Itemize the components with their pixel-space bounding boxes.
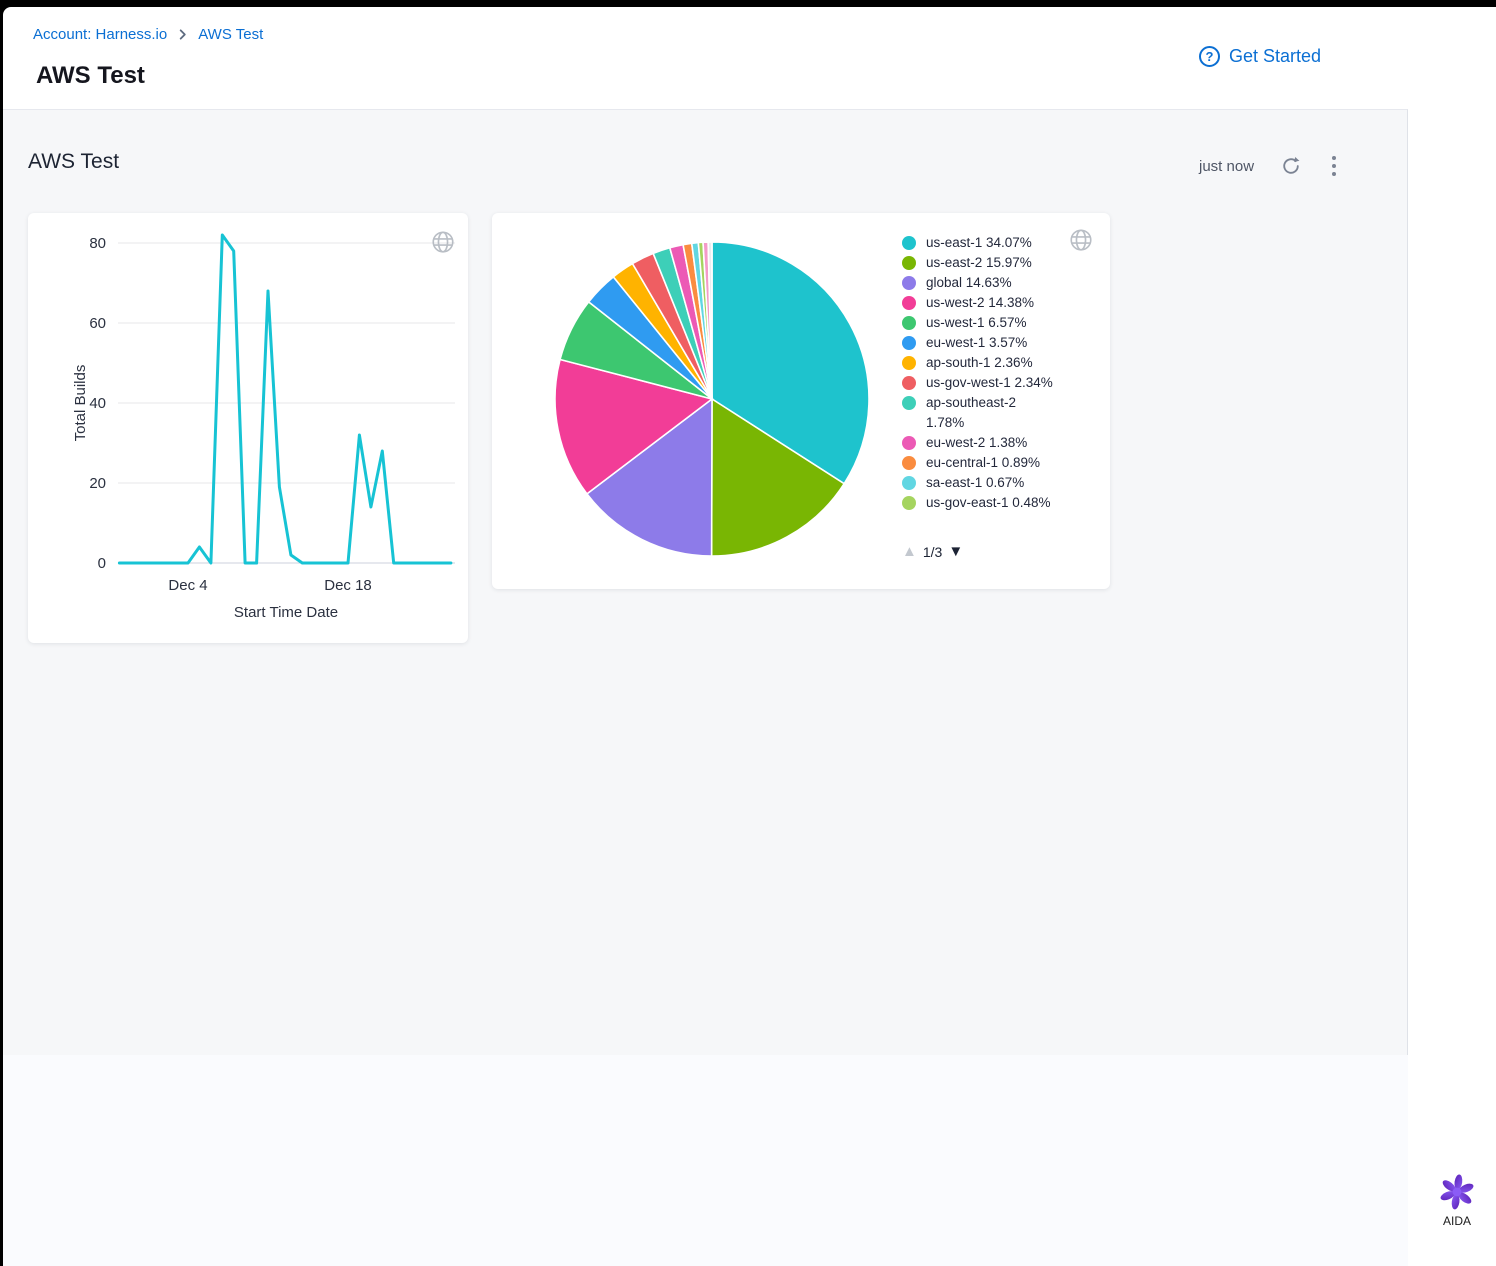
- legend-item-us-east-2[interactable]: us-east-2 15.97%: [902, 253, 1087, 273]
- aida-assistant-button[interactable]: AIDA: [1433, 1172, 1481, 1228]
- svg-text:Dec 18: Dec 18: [324, 577, 372, 594]
- help-icon: ?: [1199, 46, 1220, 67]
- legend-label: us-east-1 34.07%: [926, 233, 1058, 253]
- legend-swatch: [902, 296, 916, 310]
- legend-swatch: [902, 316, 916, 330]
- regions-pie-tile: us-east-1 34.07%us-east-2 15.97%global 1…: [492, 213, 1110, 589]
- legend-swatch: [902, 436, 916, 450]
- legend-page-down-icon[interactable]: ▼: [948, 543, 963, 560]
- dashboard-title: AWS Test: [28, 150, 119, 174]
- legend-item-global[interactable]: global 14.63%: [902, 273, 1087, 293]
- app-top-edge: [0, 0, 1496, 7]
- legend-label: sa-east-1 0.67%: [926, 473, 1058, 493]
- last-refreshed-text: just now: [1199, 158, 1254, 175]
- legend-item-us-west-2[interactable]: us-west-2 14.38%: [902, 293, 1087, 313]
- get-started-label: Get Started: [1229, 46, 1321, 67]
- legend-item-ap-southeast-2[interactable]: ap-southeast-2 1.78%: [902, 393, 1087, 433]
- legend-swatch: [902, 336, 916, 350]
- aida-flower-icon: [1438, 1172, 1476, 1210]
- legend-label: us-west-2 14.38%: [926, 293, 1058, 313]
- legend-item-ap-south-1[interactable]: ap-south-1 2.36%: [902, 353, 1087, 373]
- legend-swatch: [902, 356, 916, 370]
- svg-text:80: 80: [89, 235, 106, 252]
- legend-page-indicator: 1/3: [923, 544, 942, 560]
- legend-label: eu-central-1 0.89%: [926, 453, 1058, 473]
- refresh-icon: [1280, 155, 1302, 177]
- legend-label: eu-west-1 3.57%: [926, 333, 1058, 353]
- legend-label: ap-southeast-2 1.78%: [926, 393, 1058, 433]
- legend-label: global 14.63%: [926, 273, 1058, 293]
- breadcrumb-account-link[interactable]: Account: Harness.io: [33, 26, 167, 43]
- legend-swatch: [902, 376, 916, 390]
- svg-text:Dec 4: Dec 4: [168, 577, 207, 594]
- legend-item-eu-central-1[interactable]: eu-central-1 0.89%: [902, 453, 1087, 473]
- legend-item-eu-west-1[interactable]: eu-west-1 3.57%: [902, 333, 1087, 353]
- legend-item-us-gov-west-1[interactable]: us-gov-west-1 2.34%: [902, 373, 1087, 393]
- legend-page-up-icon[interactable]: ▲: [902, 543, 917, 560]
- legend-swatch: [902, 396, 916, 410]
- legend-swatch: [902, 456, 916, 470]
- legend-swatch: [902, 276, 916, 290]
- pie-chart-svg: [492, 213, 932, 589]
- aida-label: AIDA: [1443, 1214, 1471, 1228]
- refresh-button[interactable]: [1280, 155, 1302, 177]
- line-chart-svg: 0 20 40 60 80 Dec 4 Dec 18 Start Time Date Total…: [28, 213, 468, 643]
- dashboard-meta: just now: [1199, 152, 1340, 180]
- pie-legend: us-east-1 34.07%us-east-2 15.97%global 1…: [902, 233, 1087, 513]
- page-content: Account: Harness.io AWS Test AWS Test ? …: [3, 7, 1496, 1266]
- legend-label: us-gov-west-1 2.34%: [926, 373, 1058, 393]
- legend-item-us-east-1[interactable]: us-east-1 34.07%: [902, 233, 1087, 253]
- legend-swatch: [902, 256, 916, 270]
- total-builds-tile: 0 20 40 60 80 Dec 4 Dec 18 Start Time Date Total…: [28, 213, 468, 643]
- svg-text:20: 20: [89, 475, 106, 492]
- legend-label: eu-west-2 1.38%: [926, 433, 1058, 453]
- globe-icon: [430, 229, 456, 260]
- legend-swatch: [902, 236, 916, 250]
- page-title: AWS Test: [36, 62, 145, 90]
- svg-text:40: 40: [89, 395, 106, 412]
- legend-label: ap-south-1 2.36%: [926, 353, 1058, 373]
- legend-item-us-gov-east-1[interactable]: us-gov-east-1 0.48%: [902, 493, 1087, 513]
- get-started-link[interactable]: ? Get Started: [1199, 46, 1321, 67]
- chevron-right-icon: [177, 29, 188, 40]
- legend-swatch: [902, 496, 916, 510]
- dashboard-canvas: AWS Test just now: [3, 109, 1408, 1056]
- page-footer-area: [3, 1055, 1408, 1266]
- breadcrumb: Account: Harness.io AWS Test: [33, 26, 263, 43]
- breadcrumb-page-link[interactable]: AWS Test: [198, 26, 263, 43]
- legend-label: us-west-1 6.57%: [926, 313, 1058, 333]
- dashboard-menu-button[interactable]: [1328, 152, 1340, 180]
- legend-item-us-west-1[interactable]: us-west-1 6.57%: [902, 313, 1087, 333]
- legend-label: us-east-2 15.97%: [926, 253, 1058, 273]
- svg-text:60: 60: [89, 315, 106, 332]
- svg-text:Total Builds: Total Builds: [72, 365, 89, 442]
- svg-text:0: 0: [98, 555, 106, 572]
- legend-pagination: ▲ 1/3 ▼: [902, 543, 963, 560]
- legend-item-sa-east-1[interactable]: sa-east-1 0.67%: [902, 473, 1087, 493]
- legend-swatch: [902, 476, 916, 490]
- legend-label: us-gov-east-1 0.48%: [926, 493, 1058, 513]
- legend-item-eu-west-2[interactable]: eu-west-2 1.38%: [902, 433, 1087, 453]
- svg-text:Start Time Date: Start Time Date: [234, 604, 338, 621]
